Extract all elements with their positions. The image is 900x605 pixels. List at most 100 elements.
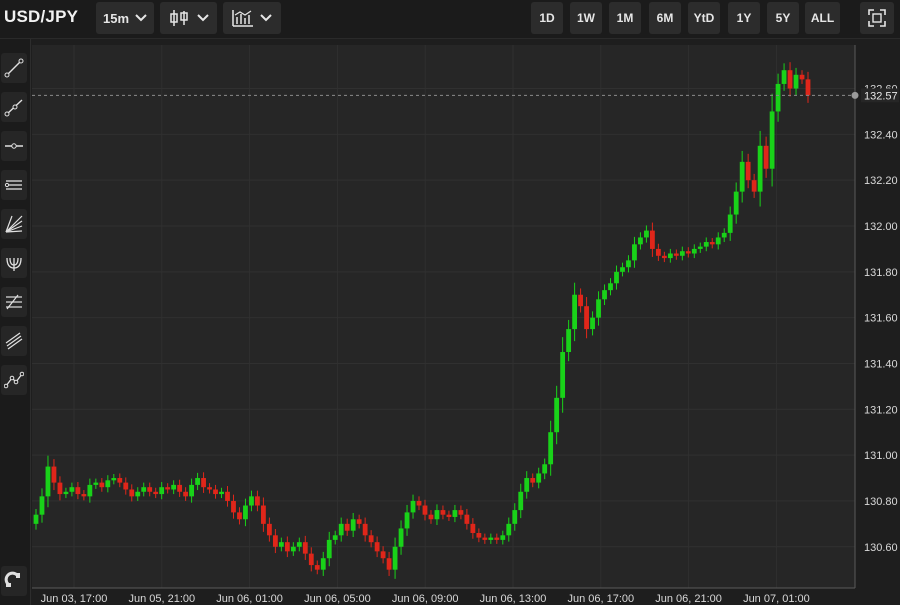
candle[interactable] [45, 466, 51, 497]
candle[interactable] [434, 510, 440, 520]
candle[interactable] [727, 214, 733, 233]
candle[interactable] [249, 496, 254, 506]
candle[interactable] [33, 514, 39, 524]
candle[interactable] [171, 484, 177, 490]
candle[interactable] [368, 535, 374, 543]
candle[interactable] [596, 299, 601, 318]
candle[interactable] [506, 523, 512, 536]
candle[interactable] [237, 512, 242, 520]
candle[interactable] [326, 539, 332, 559]
candle[interactable] [69, 487, 75, 492]
candle[interactable] [787, 70, 793, 89]
candle[interactable] [482, 537, 488, 540]
candle[interactable] [781, 70, 787, 84]
candle[interactable] [135, 491, 141, 497]
candle[interactable] [667, 253, 673, 259]
candle[interactable] [632, 244, 637, 261]
candle[interactable] [763, 145, 769, 169]
candle[interactable] [255, 496, 260, 506]
candle[interactable] [386, 558, 392, 570]
candle[interactable] [691, 248, 697, 254]
candle[interactable] [500, 535, 506, 540]
price-chart[interactable]: 130.60 130.80 131.00 131.20 131.40 131.60 131.… [0, 0, 900, 605]
candle[interactable] [320, 558, 326, 570]
candle[interactable] [452, 510, 458, 517]
candle[interactable] [769, 111, 775, 169]
candle[interactable] [93, 482, 99, 485]
candle[interactable] [757, 145, 763, 192]
candle[interactable] [147, 487, 153, 492]
candle[interactable] [536, 473, 542, 483]
candle[interactable] [518, 491, 524, 511]
candle[interactable] [512, 510, 518, 524]
candle[interactable] [476, 533, 482, 538]
candle[interactable] [207, 487, 212, 490]
candle[interactable] [739, 161, 745, 192]
candle[interactable] [661, 255, 667, 259]
candle[interactable] [470, 523, 476, 534]
candle[interactable] [159, 487, 165, 495]
candle[interactable] [524, 478, 530, 492]
candle[interactable] [231, 500, 236, 513]
candle[interactable] [458, 510, 464, 515]
candle[interactable] [75, 487, 81, 495]
candle[interactable] [314, 565, 320, 570]
candle[interactable] [566, 329, 572, 353]
candle[interactable] [775, 83, 781, 112]
candle[interactable] [530, 478, 536, 483]
candle[interactable] [560, 352, 566, 398]
candle[interactable] [428, 514, 434, 520]
candle[interactable] [243, 505, 248, 520]
candle[interactable] [302, 542, 308, 554]
candle[interactable] [278, 542, 284, 547]
candle[interactable] [793, 74, 799, 89]
candle[interactable] [602, 290, 607, 300]
candle[interactable] [272, 535, 278, 547]
candle[interactable] [129, 489, 135, 497]
candle[interactable] [554, 397, 560, 433]
candle[interactable] [338, 523, 344, 536]
candle[interactable] [213, 489, 218, 495]
candle[interactable] [626, 260, 631, 268]
candle[interactable] [201, 478, 206, 488]
candle[interactable] [799, 74, 805, 80]
candle[interactable] [117, 478, 123, 483]
candle[interactable] [679, 251, 685, 256]
candle[interactable] [39, 496, 45, 515]
candle[interactable] [362, 523, 368, 536]
candle[interactable] [63, 491, 69, 495]
candle[interactable] [751, 180, 757, 192]
candle[interactable] [697, 246, 703, 249]
candle[interactable] [374, 542, 380, 552]
candle[interactable] [266, 523, 272, 536]
candle[interactable] [308, 553, 314, 566]
candle[interactable] [380, 551, 386, 559]
candle[interactable] [296, 542, 302, 547]
candle[interactable] [153, 491, 159, 495]
candle[interactable] [638, 237, 643, 245]
candle[interactable] [99, 482, 105, 488]
candle[interactable] [715, 237, 721, 245]
candle[interactable] [542, 464, 548, 474]
candle[interactable] [548, 432, 554, 465]
candle[interactable] [195, 478, 200, 485]
candle[interactable] [111, 478, 117, 481]
candle[interactable] [398, 528, 404, 547]
candle[interactable] [709, 242, 715, 245]
candle[interactable] [721, 232, 727, 238]
candle[interactable] [446, 514, 452, 517]
candle[interactable] [805, 79, 811, 96]
candle[interactable] [745, 161, 751, 181]
candle[interactable] [572, 294, 578, 330]
candle[interactable] [392, 546, 398, 570]
candle[interactable] [225, 491, 230, 501]
candle[interactable] [183, 491, 189, 497]
candle[interactable] [219, 491, 224, 495]
candle[interactable] [261, 505, 266, 524]
candle[interactable] [177, 484, 183, 492]
candle[interactable] [284, 542, 290, 552]
candle[interactable] [703, 242, 709, 247]
candle[interactable] [584, 306, 589, 330]
candle[interactable] [590, 317, 595, 330]
candle[interactable] [488, 537, 494, 540]
